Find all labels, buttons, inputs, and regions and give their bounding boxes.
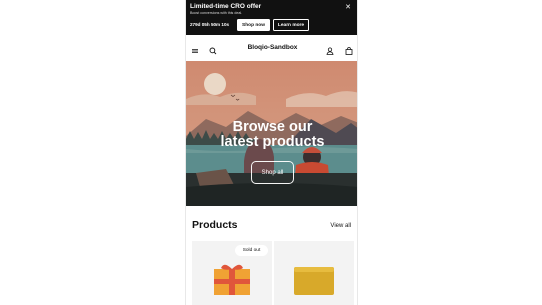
mobile-store-viewport: Limited-time CRO offer Boost conversions… <box>185 0 358 305</box>
cart-icon[interactable] <box>344 43 354 55</box>
search-icon[interactable] <box>208 43 218 55</box>
account-icon[interactable] <box>325 43 335 55</box>
product-card[interactable] <box>274 241 354 305</box>
close-icon[interactable]: ✕ <box>345 4 351 11</box>
view-all-link[interactable]: View all <box>330 223 351 229</box>
shop-now-button[interactable]: Shop now <box>237 19 270 31</box>
sold-out-badge: Sold out <box>235 245 268 256</box>
announcement-title: Limited-time CRO offer <box>190 3 262 10</box>
hero-banner: Browse our latest products Shop all <box>186 61 357 206</box>
site-header: Bloqio-Sandbox <box>186 35 357 61</box>
products-heading: Products <box>192 219 238 231</box>
countdown-timer: 279d 05h 50m 10s <box>190 22 230 27</box>
hero-heading-line-1: Browse our <box>232 119 313 135</box>
menu-icon[interactable] <box>190 43 200 53</box>
hero-heading-line-2: latest products <box>220 134 325 150</box>
learn-more-button[interactable]: Learn more <box>273 19 309 31</box>
soap-bar-image <box>294 267 334 295</box>
hero-heading: Browse our latest products <box>186 119 357 150</box>
announcement-subtitle: Boost conversions with this deal. <box>190 11 243 15</box>
store-name[interactable]: Bloqio-Sandbox <box>226 44 319 51</box>
shop-all-button[interactable]: Shop all <box>251 161 294 184</box>
announcement-bar: Limited-time CRO offer Boost conversions… <box>186 0 357 35</box>
